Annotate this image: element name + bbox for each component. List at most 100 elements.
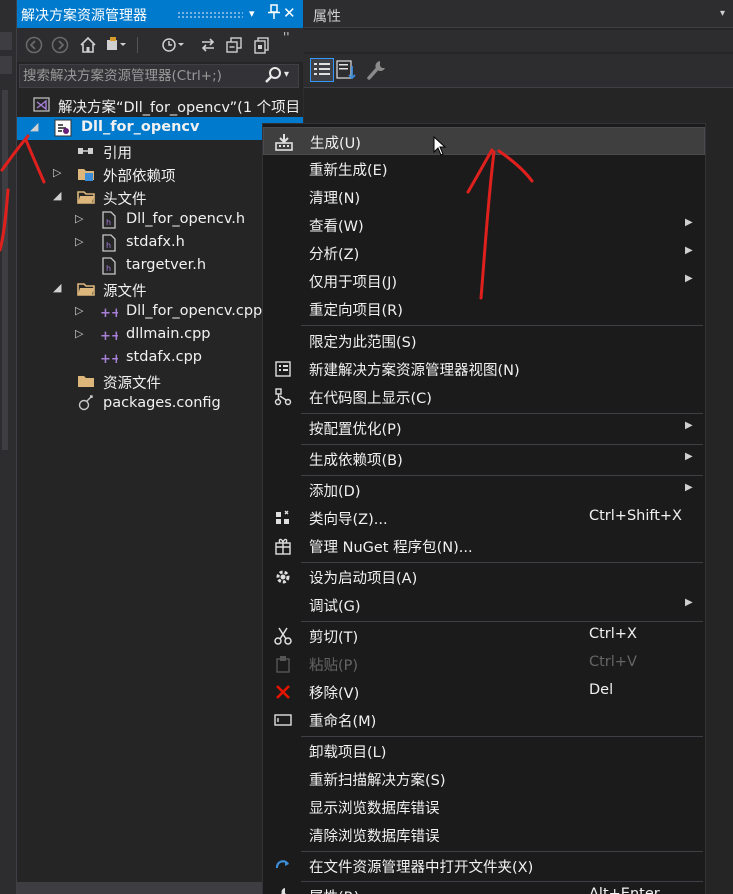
tree-item-file[interactable]: packages.config bbox=[17, 393, 303, 416]
menu-item-manage-nuget[interactable]: 管理 NuGet 程序包(N)... bbox=[263, 532, 705, 560]
tree-item-source-files[interactable]: ◢ 源文件 bbox=[17, 278, 303, 301]
submenu-arrow-icon: ▶ bbox=[685, 482, 693, 493]
submenu-arrow-icon: ▶ bbox=[685, 245, 693, 256]
close-icon[interactable]: ✕ bbox=[283, 4, 296, 22]
search-icon[interactable] bbox=[264, 66, 282, 88]
folder-icon bbox=[77, 280, 95, 298]
menu-item-cut[interactable]: 剪切(T) Ctrl+X bbox=[263, 622, 705, 650]
tree-item-label: 解决方案“Dll_for_opencv”(1 个项目 bbox=[58, 100, 301, 116]
horizontal-scrollbar[interactable] bbox=[17, 882, 303, 894]
menu-item-set-startup[interactable]: 设为启动项目(A) bbox=[263, 563, 705, 591]
menu-item-label: 清除浏览数据库错误 bbox=[309, 829, 440, 845]
menu-item-build-dependencies[interactable]: 生成依赖项(B) ▶ bbox=[263, 445, 705, 473]
menu-item-label: 粘贴(P) bbox=[309, 658, 359, 674]
menu-item-scope-to-this[interactable]: 限定为此范围(S) bbox=[263, 327, 705, 355]
dropdown-icon[interactable]: ▾ bbox=[249, 7, 255, 20]
menu-item-pgo[interactable]: 按配置优化(P) ▶ bbox=[263, 414, 705, 442]
menu-item-show-on-code-map[interactable]: 在代码图上显示(C) bbox=[263, 383, 705, 411]
tree-item-project[interactable]: ◢ Dll_for_opencv bbox=[17, 117, 303, 140]
menu-item-debug[interactable]: 调试(G) ▶ bbox=[263, 591, 705, 619]
menu-item-label: 设为启动项目(A) bbox=[309, 571, 418, 587]
tree-item-file[interactable]: ▷ h Dll_for_opencv.h bbox=[17, 209, 303, 232]
wrench-icon bbox=[273, 886, 293, 894]
solution-explorer-search[interactable]: ▾ bbox=[19, 64, 299, 88]
tree-item-header-files[interactable]: ◢ 头文件 bbox=[17, 186, 303, 209]
left-strip-tab[interactable] bbox=[0, 32, 12, 50]
menu-item-build[interactable]: 生成(U) bbox=[263, 127, 705, 155]
tree-item-external-deps[interactable]: ▷ 外部依赖项 bbox=[17, 163, 303, 186]
alphabetical-view-icon[interactable] bbox=[336, 58, 360, 82]
expand-arrow-icon[interactable]: ◢ bbox=[53, 189, 61, 202]
collapse-arrow-icon[interactable]: ▷ bbox=[53, 166, 61, 179]
menu-item-class-wizard[interactable]: 类向导(Z)... Ctrl+Shift+X bbox=[263, 504, 705, 532]
svg-text:h: h bbox=[106, 264, 111, 273]
categorized-view-icon[interactable] bbox=[310, 58, 334, 82]
dropdown-icon[interactable]: ▾ bbox=[720, 8, 725, 19]
toolbar-overflow-icon[interactable]: '' bbox=[283, 30, 290, 44]
search-input[interactable] bbox=[23, 67, 253, 85]
menu-item-analyze[interactable]: 分析(Z) ▶ bbox=[263, 239, 705, 267]
svg-text:h: h bbox=[106, 218, 111, 227]
menu-item-view[interactable]: 查看(W) ▶ bbox=[263, 211, 705, 239]
properties-title: 属性 bbox=[313, 9, 341, 25]
menu-item-clean[interactable]: 清理(N) bbox=[263, 183, 705, 211]
pending-changes-icon[interactable] bbox=[161, 36, 184, 54]
menu-item-retarget[interactable]: 重定向项目(R) bbox=[263, 295, 705, 323]
config-file-icon bbox=[77, 395, 95, 413]
menu-item-properties[interactable]: 属性(R) Alt+Enter bbox=[263, 882, 705, 894]
menu-item-clear-browse-db-errors[interactable]: 清除浏览数据库错误 bbox=[263, 821, 705, 849]
toolbar-separator bbox=[137, 37, 138, 53]
tree-item-resource-files[interactable]: 资源文件 bbox=[17, 370, 303, 393]
tree-item-file[interactable]: h targetver.h bbox=[17, 255, 303, 278]
menu-item-shortcut: Del bbox=[589, 682, 614, 698]
tree-item-file[interactable]: ▷ ++ Dll_for_opencv.cpp bbox=[17, 301, 303, 324]
collapse-arrow-icon[interactable]: ▷ bbox=[75, 327, 83, 340]
menu-item-label: 重新扫描解决方案(S) bbox=[309, 773, 446, 789]
menu-item-label: 新建解决方案资源管理器视图(N) bbox=[309, 363, 520, 379]
svg-text:++: ++ bbox=[100, 306, 118, 321]
pin-icon[interactable] bbox=[267, 4, 281, 24]
menu-item-add[interactable]: 添加(D) ▶ bbox=[263, 476, 705, 504]
menu-item-project-only[interactable]: 仅用于项目(J) ▶ bbox=[263, 267, 705, 295]
left-strip-tab[interactable] bbox=[0, 56, 12, 74]
properties-titlebar: 属性 ▾ bbox=[304, 0, 733, 28]
collapse-arrow-icon[interactable]: ▷ bbox=[75, 304, 83, 317]
menu-item-new-explorer-view[interactable]: 新建解决方案资源管理器视图(N) bbox=[263, 355, 705, 383]
sync-icon[interactable] bbox=[199, 36, 217, 54]
collapse-arrow-icon[interactable]: ▷ bbox=[75, 212, 83, 225]
tree-item-label: stdafx.h bbox=[126, 234, 185, 250]
left-strip-scrollbar[interactable] bbox=[2, 90, 8, 450]
back-icon[interactable] bbox=[25, 36, 43, 54]
switch-views-icon[interactable] bbox=[105, 36, 126, 54]
tree-item-label: Dll_for_opencv.h bbox=[126, 211, 246, 227]
menu-item-shortcut: Ctrl+Shift+X bbox=[589, 508, 682, 524]
menu-item-rebuild[interactable]: 重新生成(E) bbox=[263, 155, 705, 183]
tree-item-file[interactable]: ++ stdafx.cpp bbox=[17, 347, 303, 370]
tree-item-file[interactable]: ▷ ++ dllmain.cpp bbox=[17, 324, 303, 347]
tree-item-references[interactable]: 引用 bbox=[17, 140, 303, 163]
menu-item-open-in-explorer[interactable]: 在文件资源管理器中打开文件夹(X) bbox=[263, 852, 705, 880]
menu-item-remove[interactable]: 移除(V) Del bbox=[263, 678, 705, 706]
forward-icon[interactable] bbox=[51, 36, 69, 54]
properties-object-selector[interactable] bbox=[304, 30, 733, 52]
search-options-dropdown-icon[interactable]: ▾ bbox=[284, 69, 289, 80]
tree-item-label: 资源文件 bbox=[103, 376, 161, 392]
menu-item-shortcut: Alt+Enter bbox=[589, 886, 660, 894]
menu-item-rescan-solution[interactable]: 重新扫描解决方案(S) bbox=[263, 765, 705, 793]
expand-arrow-icon[interactable]: ◢ bbox=[30, 120, 38, 133]
collapse-all-icon[interactable] bbox=[225, 36, 243, 54]
menu-item-rename[interactable]: 重命名(M) bbox=[263, 706, 705, 734]
menu-item-paste[interactable]: 粘贴(P) Ctrl+V bbox=[263, 650, 705, 678]
show-all-files-icon[interactable] bbox=[253, 36, 271, 54]
property-pages-wrench-icon[interactable] bbox=[366, 58, 390, 82]
home-icon[interactable] bbox=[79, 36, 97, 54]
tree-item-solution[interactable]: 解决方案“Dll_for_opencv”(1 个项目 bbox=[17, 94, 303, 117]
collapse-arrow-icon[interactable]: ▷ bbox=[75, 235, 83, 248]
menu-item-label: 添加(D) bbox=[309, 484, 361, 500]
tree-item-label: packages.config bbox=[103, 395, 221, 411]
tree-item-file[interactable]: ▷ h stdafx.h bbox=[17, 232, 303, 255]
menu-item-unload-project[interactable]: 卸载项目(L) bbox=[263, 737, 705, 765]
menu-item-show-browse-db-errors[interactable]: 显示浏览数据库错误 bbox=[263, 793, 705, 821]
expand-arrow-icon[interactable]: ◢ bbox=[53, 281, 61, 294]
menu-item-label: 重定向项目(R) bbox=[309, 303, 403, 319]
